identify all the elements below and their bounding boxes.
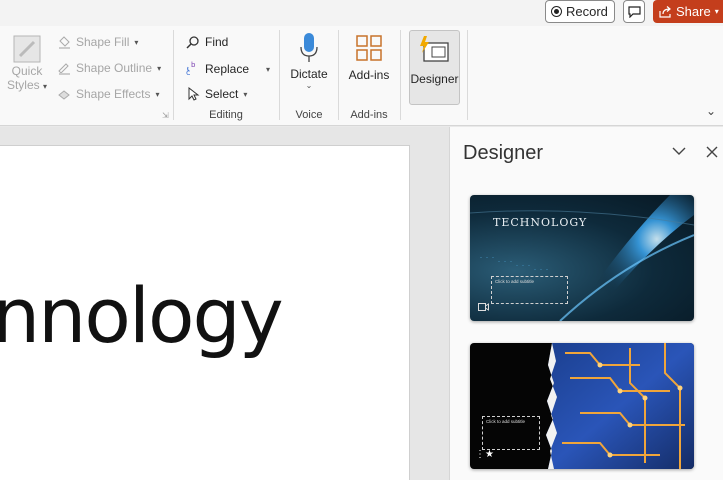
dictate-button[interactable]: Dictate ⌄ bbox=[285, 32, 333, 90]
find-label: Find bbox=[205, 35, 229, 49]
paint-bucket-icon bbox=[59, 36, 70, 49]
slide-title-text[interactable]: nnology bbox=[0, 271, 284, 360]
shape-fill-label: Shape Fill bbox=[76, 35, 130, 49]
record-label: Record bbox=[566, 4, 608, 19]
chevron-down-icon[interactable] bbox=[672, 146, 686, 156]
chevron-down-icon: ▾ bbox=[155, 89, 160, 99]
group-label-add-ins: Add-ins bbox=[350, 109, 388, 121]
ribbon-expand-chevron-icon[interactable]: ⌄ bbox=[706, 104, 716, 118]
microphone-icon bbox=[300, 33, 318, 62]
comment-icon bbox=[627, 5, 641, 18]
chevron-down-icon: ▾ bbox=[134, 37, 139, 47]
shape-effects-label: Shape Effects bbox=[76, 87, 151, 101]
select-label: Select bbox=[205, 87, 239, 101]
design-thumbnail-1[interactable]: TECHNOLOGY Click to add subtitle bbox=[470, 195, 694, 321]
svg-text:b: b bbox=[191, 61, 196, 69]
share-icon bbox=[659, 5, 671, 18]
search-icon bbox=[186, 36, 199, 49]
group-separator bbox=[338, 30, 339, 120]
add-ins-icon bbox=[356, 35, 382, 61]
chevron-down-icon: ▾ bbox=[243, 89, 248, 99]
replace-label: Replace bbox=[205, 62, 250, 76]
slide-editing-area: nnology bbox=[0, 127, 449, 480]
close-icon[interactable] bbox=[706, 146, 718, 158]
designer-pane: Designer TECHNOLOGY Click to add subtitl… bbox=[449, 127, 723, 480]
thumbnail-1-title: TECHNOLOGY bbox=[493, 216, 588, 229]
pencil-icon bbox=[58, 63, 70, 75]
slide-canvas[interactable]: nnology bbox=[0, 145, 410, 480]
thumbnail-1-subtitle: Click to add subtitle bbox=[491, 276, 568, 304]
thumbnail-background bbox=[546, 343, 694, 469]
quick-styles-icon bbox=[13, 35, 41, 63]
add-ins-label: Add-ins bbox=[348, 68, 390, 82]
cursor-icon bbox=[188, 87, 200, 101]
shape-fill-button[interactable]: Shape Fill ▾ bbox=[57, 35, 138, 49]
shape-outline-button[interactable]: Shape Outline ▾ bbox=[57, 61, 161, 75]
replace-icon: bc bbox=[186, 61, 196, 77]
animation-star-icon: ⋮★ bbox=[475, 449, 494, 460]
share-button[interactable]: Share ▾ bbox=[653, 0, 723, 23]
shape-effects-button[interactable]: Shape Effects ▾ bbox=[57, 87, 160, 101]
designer-button[interactable]: Designer bbox=[409, 30, 460, 105]
add-ins-button[interactable]: Add-ins bbox=[343, 34, 395, 82]
designer-label: Designer bbox=[410, 72, 459, 86]
group-separator bbox=[279, 30, 280, 120]
group-label-editing: Editing bbox=[209, 109, 243, 121]
replace-button[interactable]: bc Replace ▾ bbox=[186, 61, 270, 77]
ribbon: Quick Styles ▾ Shape Fill ▾ Shape Outlin… bbox=[0, 26, 723, 126]
share-label: Share bbox=[676, 4, 711, 19]
group-separator bbox=[467, 30, 468, 120]
dialog-launcher-icon[interactable]: ⇲ bbox=[162, 111, 169, 120]
designer-pane-title: Designer bbox=[463, 142, 544, 164]
design-thumbnail-2[interactable]: Click to add subtitle ⋮★ bbox=[470, 343, 694, 469]
group-separator bbox=[400, 30, 401, 120]
shape-outline-label: Shape Outline bbox=[76, 61, 153, 75]
quick-styles-label-1: Quick bbox=[11, 64, 43, 78]
share-chevron-icon: ▾ bbox=[714, 7, 719, 16]
quick-styles-label-2: Styles ▾ bbox=[6, 78, 48, 92]
group-separator bbox=[173, 30, 174, 120]
designer-icon bbox=[420, 36, 449, 62]
select-button[interactable]: Select ▾ bbox=[186, 87, 247, 101]
comments-button[interactable] bbox=[623, 0, 645, 23]
shape-effects-icon bbox=[58, 90, 70, 100]
group-label-voice: Voice bbox=[295, 109, 323, 121]
chevron-down-icon: ⌄ bbox=[305, 81, 313, 90]
find-button[interactable]: Find bbox=[186, 35, 228, 49]
chevron-down-icon: ▾ bbox=[43, 82, 48, 91]
chevron-down-icon: ▾ bbox=[157, 63, 162, 73]
chevron-down-icon: ▾ bbox=[266, 64, 271, 74]
dictate-label: Dictate bbox=[290, 67, 328, 81]
quick-styles-button[interactable]: Quick Styles ▾ bbox=[6, 34, 48, 92]
title-bar: Record Share ▾ bbox=[0, 0, 723, 26]
record-button[interactable]: Record bbox=[545, 0, 615, 23]
record-icon bbox=[551, 6, 562, 17]
video-icon bbox=[478, 303, 489, 311]
thumbnail-2-subtitle: Click to add subtitle bbox=[482, 416, 540, 450]
